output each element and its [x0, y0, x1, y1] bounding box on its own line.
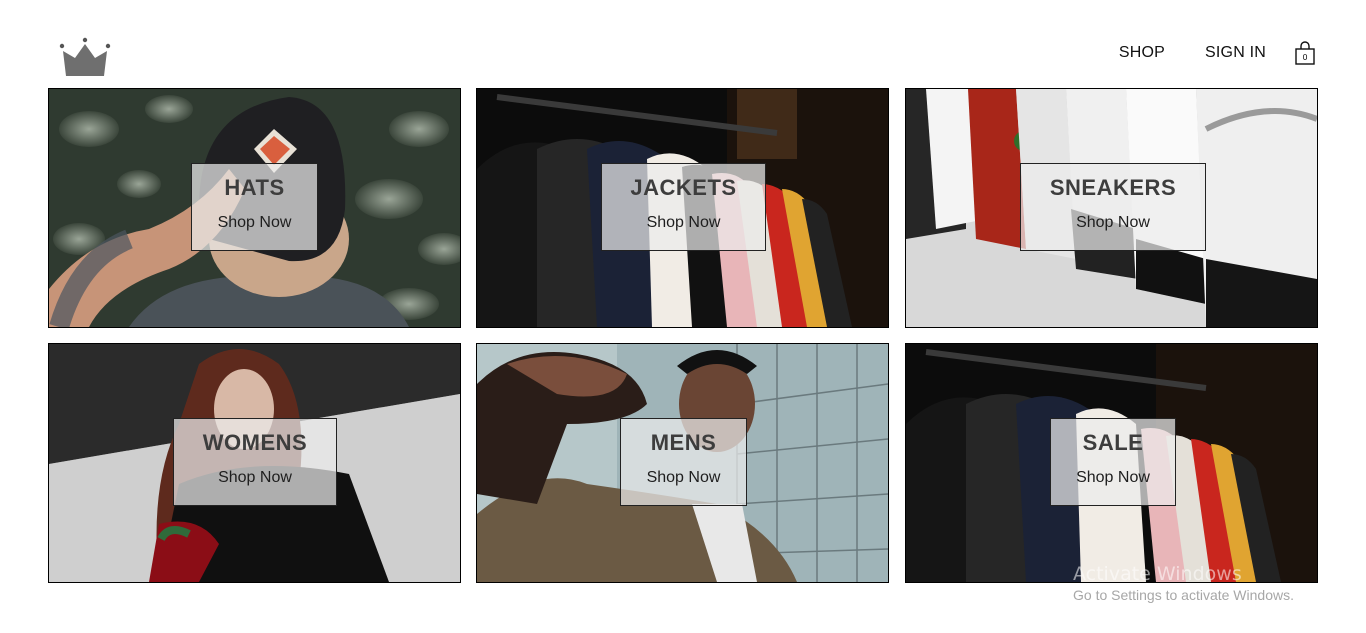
watermark-title: Activate Windows	[1073, 563, 1242, 585]
main-nav: SHOP SIGN IN 0	[1079, 40, 1316, 66]
site-header: SHOP SIGN IN 0	[0, 0, 1366, 88]
cart-count: 0	[1302, 53, 1308, 62]
tile-title: WOMENS	[202, 430, 308, 455]
tile-label: SNEAKERS Shop Now	[1020, 163, 1206, 251]
activate-windows-watermark: Activate Windows Go to Settings to activ…	[1073, 563, 1294, 603]
tile-label: WOMENS Shop Now	[173, 418, 337, 506]
crown-logo-icon[interactable]	[58, 36, 112, 80]
nav-shop-link[interactable]: SHOP	[1119, 44, 1165, 62]
category-tile-hats[interactable]: HATS Shop Now	[48, 88, 461, 328]
shopping-bag-icon[interactable]: 0	[1294, 40, 1316, 66]
shop-now-link[interactable]: Shop Now	[218, 470, 292, 486]
shop-now-link[interactable]: Shop Now	[218, 215, 292, 231]
category-tile-jackets[interactable]: JACKETS Shop Now	[476, 88, 889, 328]
tile-title: MENS	[650, 430, 717, 455]
category-tile-sneakers[interactable]: SNEAKERS Shop Now	[905, 88, 1318, 328]
shop-now-link[interactable]: Shop Now	[647, 215, 721, 231]
shop-now-link[interactable]: Shop Now	[1076, 470, 1150, 486]
tile-title: HATS	[224, 175, 285, 200]
tile-label: MENS Shop Now	[620, 418, 747, 506]
category-tile-mens[interactable]: MENS Shop Now	[476, 343, 889, 583]
shop-now-link[interactable]: Shop Now	[1076, 215, 1150, 231]
tile-title: SALE	[1082, 430, 1144, 455]
watermark-subtitle: Go to Settings to activate Windows.	[1073, 587, 1294, 603]
tile-label: JACKETS Shop Now	[601, 163, 766, 251]
category-tile-sale[interactable]: SALE Shop Now	[905, 343, 1318, 583]
tile-label: HATS Shop Now	[191, 163, 318, 251]
tile-title: SNEAKERS	[1049, 175, 1177, 200]
tile-title: JACKETS	[630, 175, 737, 200]
category-tile-womens[interactable]: WOMENS Shop Now	[48, 343, 461, 583]
shop-now-link[interactable]: Shop Now	[647, 470, 721, 486]
tile-label: SALE Shop Now	[1050, 418, 1176, 506]
nav-sign-in-link[interactable]: SIGN IN	[1205, 44, 1266, 62]
